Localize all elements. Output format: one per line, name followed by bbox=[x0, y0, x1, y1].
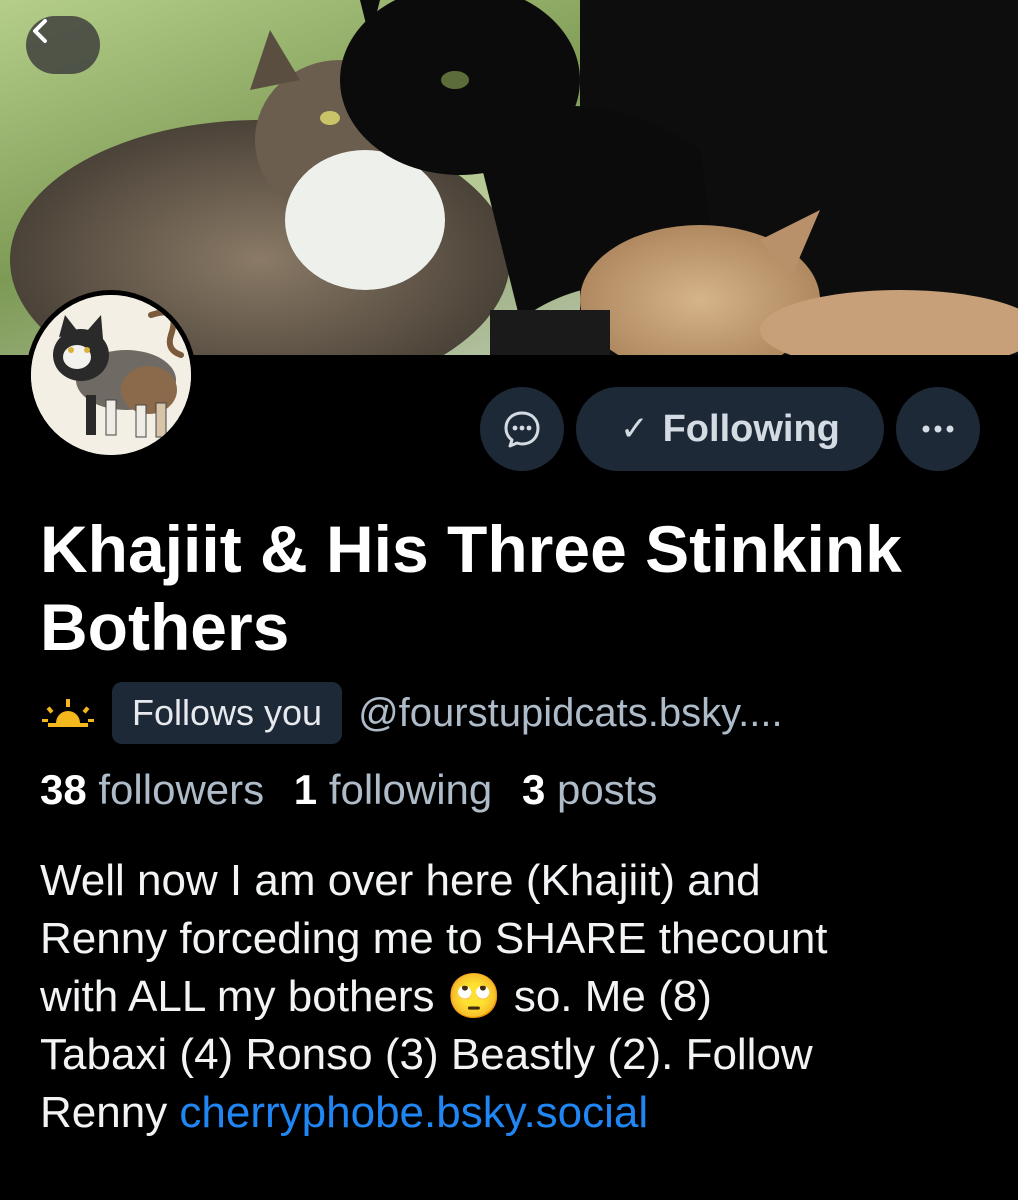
avatar[interactable] bbox=[26, 290, 196, 460]
bio-line: with ALL my bothers bbox=[40, 972, 435, 1021]
check-icon: ✓ bbox=[620, 410, 649, 448]
bio-link[interactable]: cherryphobe.bsky.social bbox=[179, 1088, 648, 1137]
following-label-stat[interactable]: following bbox=[329, 766, 492, 813]
bio-line: Renny bbox=[40, 1088, 180, 1137]
follows-you-badge: Follows you bbox=[112, 682, 343, 744]
sunrise-icon bbox=[42, 699, 94, 727]
profile-actions: ✓ Following bbox=[480, 387, 980, 471]
chevron-left-icon bbox=[33, 19, 47, 43]
posts-label: posts bbox=[556, 766, 658, 813]
bio-line: Well now I am over here (Khajiit) and bbox=[40, 856, 761, 905]
profile-handle[interactable]: @fourstupidcats.bsky.... bbox=[358, 691, 782, 736]
profile-meta-row: Follows you @fourstupidcats.bsky.... bbox=[40, 682, 783, 744]
display-name: Khajiit & His Three Stinkink Bothers bbox=[40, 512, 902, 664]
chat-bubble-icon bbox=[504, 411, 540, 448]
following-count[interactable]: 1 bbox=[294, 766, 317, 813]
profile-stats: 38 followers 1 following 3 posts bbox=[40, 762, 675, 818]
following-button[interactable]: ✓ Following bbox=[576, 387, 884, 471]
cat-drawing-avatar bbox=[31, 295, 191, 455]
profile-bio: Well now I am over here (Khajiit) and Re… bbox=[40, 852, 990, 1142]
bio-line: Tabaxi (4) Ronso (3) Beastly (2). Follow bbox=[40, 1030, 813, 1079]
followers-count[interactable]: 38 bbox=[40, 766, 87, 813]
following-label: Following bbox=[662, 407, 840, 450]
followers-label[interactable]: followers bbox=[98, 766, 264, 813]
bio-line: so. Me (8) bbox=[501, 972, 712, 1021]
back-button[interactable] bbox=[26, 16, 100, 74]
ellipsis-icon bbox=[922, 425, 954, 433]
eye-roll-emoji: 🙄 bbox=[446, 972, 502, 1021]
more-options-button[interactable] bbox=[896, 387, 980, 471]
bio-line: Renny forceding me to SHARE thecount bbox=[40, 914, 828, 963]
message-button[interactable] bbox=[480, 387, 564, 471]
posts-count: 3 bbox=[521, 766, 546, 813]
